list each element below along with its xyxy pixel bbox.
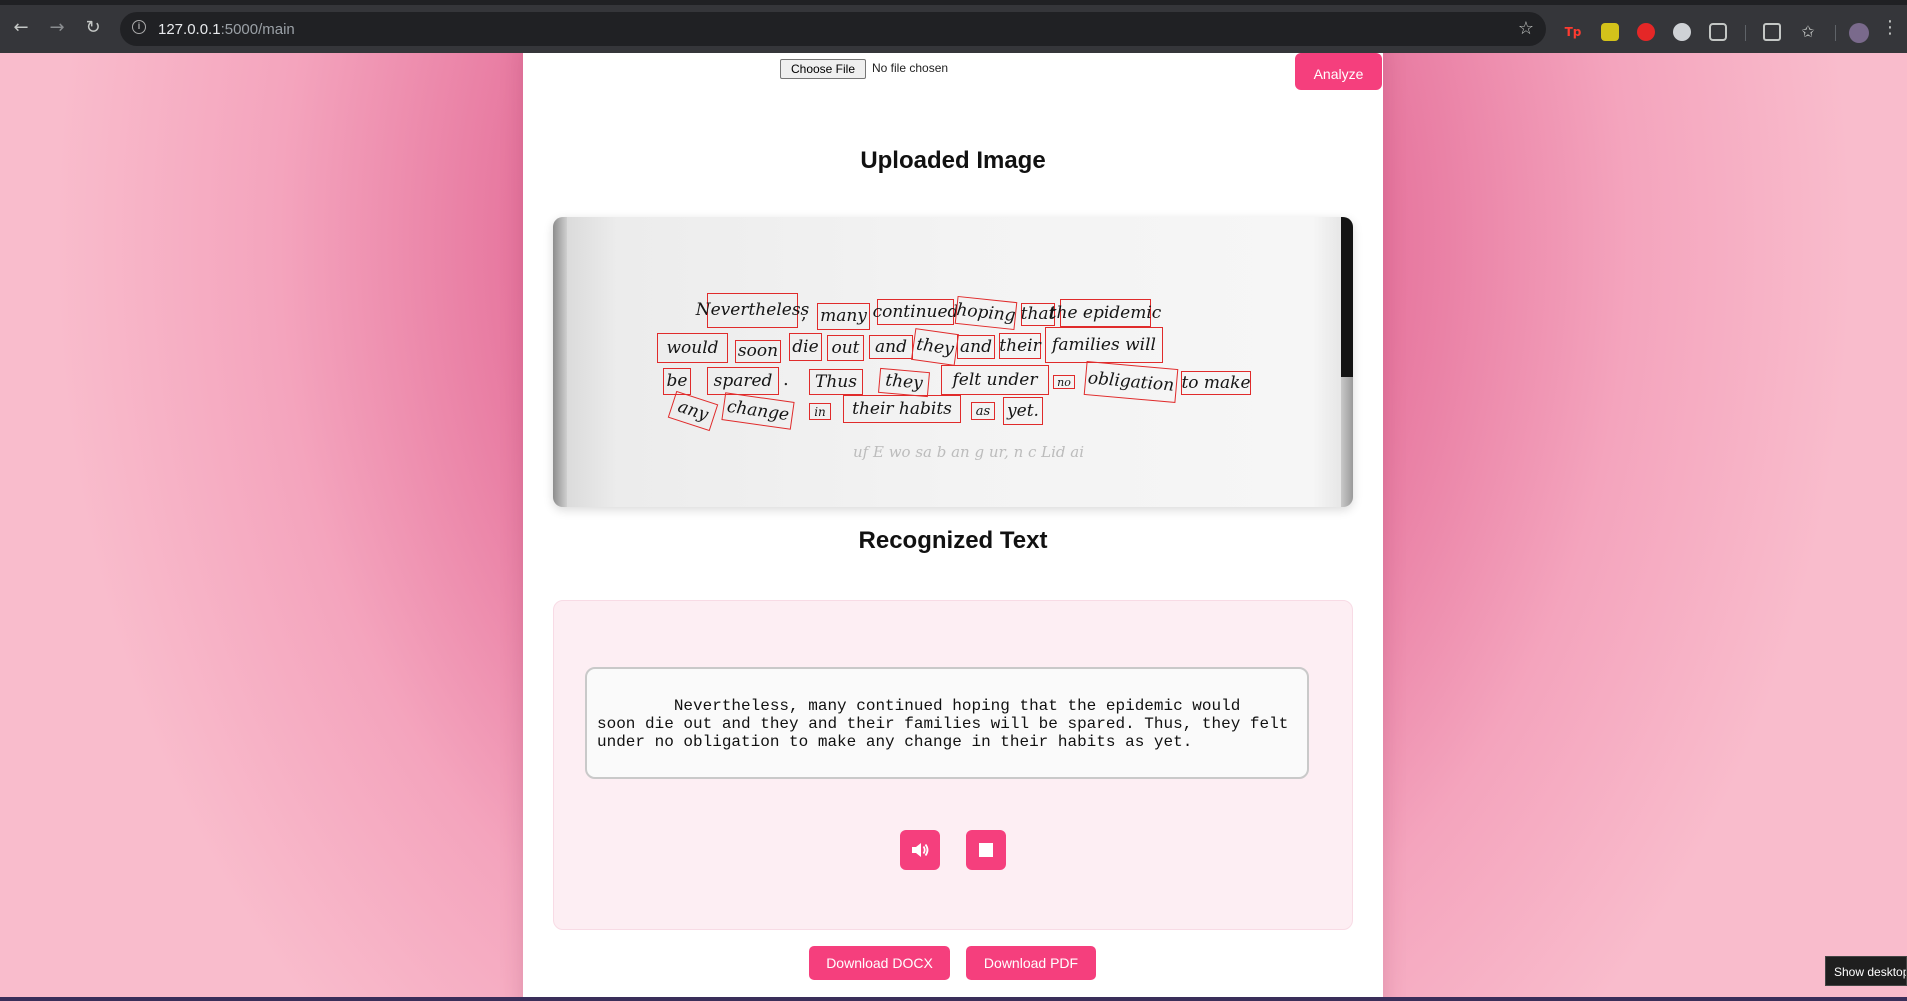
main-card: Choose File No file chosen Analyze Uploa… bbox=[523, 53, 1383, 997]
recognized-text-title: Recognized Text bbox=[858, 527, 1048, 554]
word-box: their bbox=[999, 333, 1041, 359]
toolbar-divider-2 bbox=[1835, 25, 1836, 41]
word-box: as bbox=[971, 402, 995, 420]
reading-list-icon[interactable] bbox=[1763, 23, 1781, 41]
word-box: yet. bbox=[1003, 397, 1043, 425]
uploaded-image-title: Uploaded Image bbox=[860, 147, 1046, 174]
tp-extension-icon[interactable]: Tp bbox=[1564, 23, 1582, 41]
paper-shadow-right bbox=[1341, 377, 1353, 507]
url-host: 127.0.0.1 bbox=[158, 21, 221, 38]
back-arrow-icon[interactable]: ← bbox=[8, 15, 34, 41]
url-text[interactable]: 127.0.0.1:5000/main bbox=[158, 21, 295, 38]
reload-icon[interactable]: ↻ bbox=[80, 15, 106, 41]
word-box: continued bbox=[873, 299, 958, 325]
toolbar-divider bbox=[1745, 25, 1746, 41]
extension-yellow-icon[interactable] bbox=[1601, 23, 1619, 41]
word-box: soon bbox=[735, 340, 781, 363]
recognized-panel: Nevertheless, many continued hoping that… bbox=[553, 600, 1353, 930]
word-box: and bbox=[957, 335, 995, 359]
faint-bleedthrough-text: uf E wo sa b an g ur, n c Lid ai bbox=[853, 443, 1085, 461]
word-box: they bbox=[878, 367, 930, 398]
browser-toolbar: ← → ↻ i 127.0.0.1:5000/main ☆ Tp ✩ ⋮ bbox=[0, 0, 1907, 53]
word-box: Thus bbox=[809, 369, 863, 395]
stop-square-icon bbox=[979, 843, 993, 857]
extensions-puzzle-icon[interactable] bbox=[1709, 23, 1727, 41]
paper-shadow-left bbox=[553, 217, 567, 507]
browser-menu-icon[interactable]: ⋮ bbox=[1880, 15, 1900, 41]
word-box: out bbox=[827, 335, 864, 361]
taskbar-edge bbox=[0, 997, 1907, 1001]
speaker-icon bbox=[912, 843, 929, 857]
word-box: their habits bbox=[843, 395, 961, 423]
word-box: they bbox=[910, 328, 960, 366]
period-mark: . bbox=[783, 369, 789, 390]
download-pdf-button[interactable]: Download PDF bbox=[966, 946, 1096, 980]
choose-file-button[interactable]: Choose File bbox=[780, 59, 866, 79]
address-bar[interactable]: i 127.0.0.1:5000/main ☆ bbox=[120, 12, 1546, 46]
url-path: :5000/main bbox=[220, 21, 295, 38]
word-box: many bbox=[817, 303, 870, 330]
uploaded-image: Nevertheless , many continued hoping tha… bbox=[553, 217, 1353, 507]
show-desktop-tooltip: Show desktop bbox=[1825, 956, 1907, 986]
word-box: felt under bbox=[941, 365, 1049, 395]
no-file-label: No file chosen bbox=[872, 61, 949, 75]
profile-avatar-icon[interactable] bbox=[1849, 23, 1869, 43]
word-box: the epidemic bbox=[1050, 299, 1161, 327]
word-box: families will bbox=[1045, 327, 1163, 363]
word-box: Nevertheless bbox=[696, 293, 809, 328]
word-box: would bbox=[657, 333, 728, 363]
word-box: spared bbox=[707, 367, 779, 395]
page-viewport: Choose File No file chosen Analyze Uploa… bbox=[0, 53, 1907, 997]
speak-button[interactable] bbox=[900, 830, 940, 870]
stop-button[interactable] bbox=[966, 830, 1006, 870]
comma-mark: , bbox=[801, 303, 807, 324]
download-docx-button[interactable]: Download DOCX bbox=[809, 946, 950, 980]
favorites-star-icon[interactable]: ✩ bbox=[1799, 23, 1817, 41]
extension-globe-icon[interactable] bbox=[1673, 23, 1691, 41]
bookmark-star-icon[interactable]: ☆ bbox=[1518, 18, 1534, 39]
word-box: no bbox=[1053, 375, 1075, 389]
extension-stop-icon[interactable] bbox=[1637, 23, 1655, 41]
word-box: to make bbox=[1181, 371, 1251, 395]
site-info-icon[interactable]: i bbox=[132, 20, 146, 34]
word-box: and bbox=[869, 335, 913, 359]
paper-dark-edge bbox=[1341, 217, 1353, 377]
recognized-textarea[interactable]: Nevertheless, many continued hoping that… bbox=[585, 667, 1309, 779]
analyze-button[interactable]: Analyze bbox=[1295, 53, 1382, 90]
word-box: in bbox=[809, 403, 831, 420]
word-box: die bbox=[789, 333, 822, 361]
forward-arrow-icon[interactable]: → bbox=[44, 15, 70, 41]
